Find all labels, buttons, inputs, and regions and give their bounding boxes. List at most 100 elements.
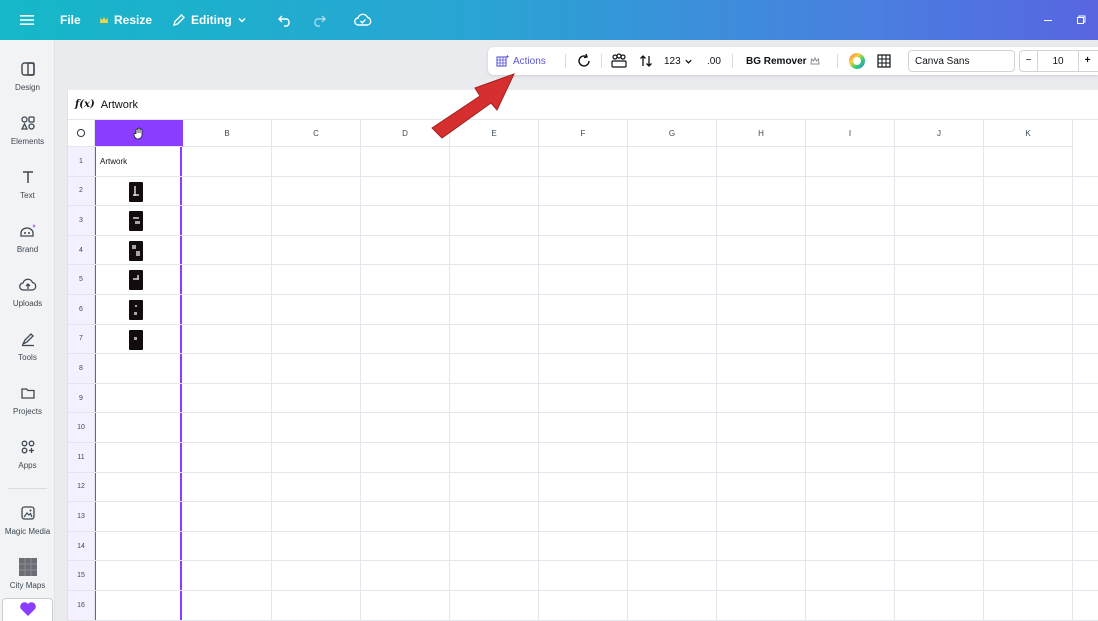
decrease-font-button[interactable]: − — [1020, 51, 1038, 71]
column-header-a[interactable] — [95, 120, 183, 147]
editing-dropdown[interactable]: Editing — [172, 0, 247, 40]
number-format-label: 123 — [664, 55, 681, 67]
resize-button[interactable]: Resize — [99, 0, 152, 40]
row-header[interactable]: 7 — [68, 324, 95, 355]
grid-line — [1072, 147, 1073, 621]
sidebar-item-design[interactable]: Design — [0, 52, 55, 102]
sidebar-item-label: Projects — [13, 407, 42, 416]
sidebar-item-text[interactable]: Text — [0, 160, 55, 210]
row-header[interactable]: 9 — [68, 383, 95, 414]
file-menu[interactable]: File — [60, 0, 81, 40]
row-header[interactable]: 14 — [68, 531, 95, 562]
row-header[interactable]: 12 — [68, 472, 95, 503]
bg-remover-label: BG Remover — [746, 55, 807, 67]
color-picker-button[interactable] — [848, 47, 866, 75]
sidebar-item-active[interactable] — [2, 598, 53, 621]
rotate-icon — [578, 53, 590, 67]
pencil-icon — [172, 14, 185, 27]
redo-button[interactable] — [311, 0, 327, 40]
sidebar-item-tools[interactable]: Tools — [0, 322, 55, 372]
cell-a1[interactable]: Artwork — [100, 157, 127, 166]
menu-button[interactable] — [20, 0, 34, 40]
font-size-stepper[interactable]: − 10 + — [1019, 50, 1098, 72]
sort-button[interactable] — [638, 47, 654, 75]
row-header[interactable]: 13 — [68, 502, 95, 532]
row-header[interactable]: 16 — [68, 591, 95, 621]
grid-line — [95, 234, 1098, 236]
sidebar-item-projects[interactable]: Projects — [0, 376, 55, 426]
font-size-value[interactable]: 10 — [1038, 56, 1078, 67]
artwork-thumbnail[interactable] — [129, 181, 143, 202]
grid-line — [95, 501, 1098, 503]
artwork-thumbnail[interactable] — [129, 329, 143, 350]
number-format-dropdown[interactable]: 123 — [664, 47, 693, 75]
decimal-button[interactable]: .00 — [707, 47, 721, 75]
restore-icon — [1077, 15, 1086, 24]
projects-icon — [20, 388, 35, 399]
file-label: File — [60, 13, 81, 27]
sidebar-item-uploads[interactable]: Uploads — [0, 268, 55, 318]
grid-line — [95, 294, 1098, 295]
restore-button[interactable] — [1076, 0, 1086, 40]
spreadsheet: f(x) Artwork Artwork BCDEFGHIJK123456789… — [67, 90, 1098, 621]
sidebar-item-label: Tools — [18, 353, 37, 362]
cloud-save-button[interactable] — [354, 0, 372, 40]
color-wheel-icon — [849, 53, 865, 69]
grid-line — [805, 147, 806, 621]
undo-button[interactable] — [277, 0, 293, 40]
row-header[interactable]: 4 — [68, 235, 95, 266]
context-toolbar: Actions 123 .00 BG Remover Canva Sans − … — [488, 47, 1098, 75]
minimize-button[interactable] — [1043, 0, 1053, 40]
formula-bar: f(x) Artwork — [68, 90, 1098, 120]
artwork-thumbnail[interactable] — [129, 270, 143, 291]
left-sidebar: Design Elements Text Brand Uploads Tools… — [0, 40, 55, 621]
sidebar-item-brand[interactable]: Brand — [0, 214, 55, 264]
fx-label: f(x) — [75, 99, 95, 110]
increase-font-button[interactable]: + — [1078, 51, 1096, 71]
grid-line — [95, 560, 1098, 562]
column-header-k[interactable]: K — [984, 120, 1073, 147]
artwork-thumbnail[interactable] — [129, 240, 143, 261]
sidebar-item-magic-media[interactable]: Magic Media — [0, 496, 55, 546]
grid-line — [449, 147, 450, 621]
column-header-i[interactable]: I — [806, 120, 895, 147]
column-header-h[interactable]: H — [717, 120, 806, 147]
row-header[interactable]: 3 — [68, 206, 95, 236]
column-header-g[interactable]: G — [628, 120, 717, 147]
formula-input[interactable]: Artwork — [101, 99, 138, 111]
people-icon — [611, 53, 627, 68]
artwork-thumbnail[interactable] — [129, 300, 143, 320]
row-header[interactable]: 11 — [68, 443, 95, 473]
select-all-corner[interactable] — [68, 120, 95, 147]
sidebar-item-city-maps[interactable]: City Maps — [0, 550, 55, 600]
animate-button[interactable] — [610, 47, 628, 75]
column-header-j[interactable]: J — [895, 120, 984, 147]
column-header-f[interactable]: F — [539, 120, 628, 147]
row-header[interactable]: 15 — [68, 561, 95, 591]
resize-label: Resize — [114, 13, 153, 27]
row-header[interactable]: 8 — [68, 354, 95, 384]
row-header[interactable]: 2 — [68, 176, 95, 207]
column-header-b[interactable]: B — [183, 120, 272, 147]
rotate-button[interactable] — [576, 47, 592, 75]
row-header[interactable]: 5 — [68, 265, 95, 295]
bg-remover-button[interactable]: BG Remover — [746, 47, 820, 75]
column-header-c[interactable]: C — [272, 120, 361, 147]
artwork-thumbnail[interactable] — [129, 211, 143, 232]
grid-line — [983, 147, 984, 621]
table-borders-button[interactable] — [877, 47, 891, 75]
sidebar-item-apps[interactable]: Apps — [0, 430, 55, 480]
grid-line — [95, 471, 1098, 473]
grid-line — [95, 323, 1098, 325]
grid-line — [95, 590, 1098, 591]
row-header[interactable]: 6 — [68, 295, 95, 325]
font-family-dropdown[interactable]: Canva Sans — [908, 50, 1015, 72]
sidebar-item-label: Magic Media — [4, 527, 51, 536]
sidebar-item-elements[interactable]: Elements — [0, 106, 55, 156]
grid-line — [95, 619, 1098, 621]
elements-icon — [20, 116, 35, 130]
row-header[interactable]: 1 — [68, 147, 95, 177]
minimize-icon — [1044, 20, 1052, 21]
row-header[interactable]: 10 — [68, 413, 95, 443]
sidebar-item-label: Text — [20, 191, 35, 200]
